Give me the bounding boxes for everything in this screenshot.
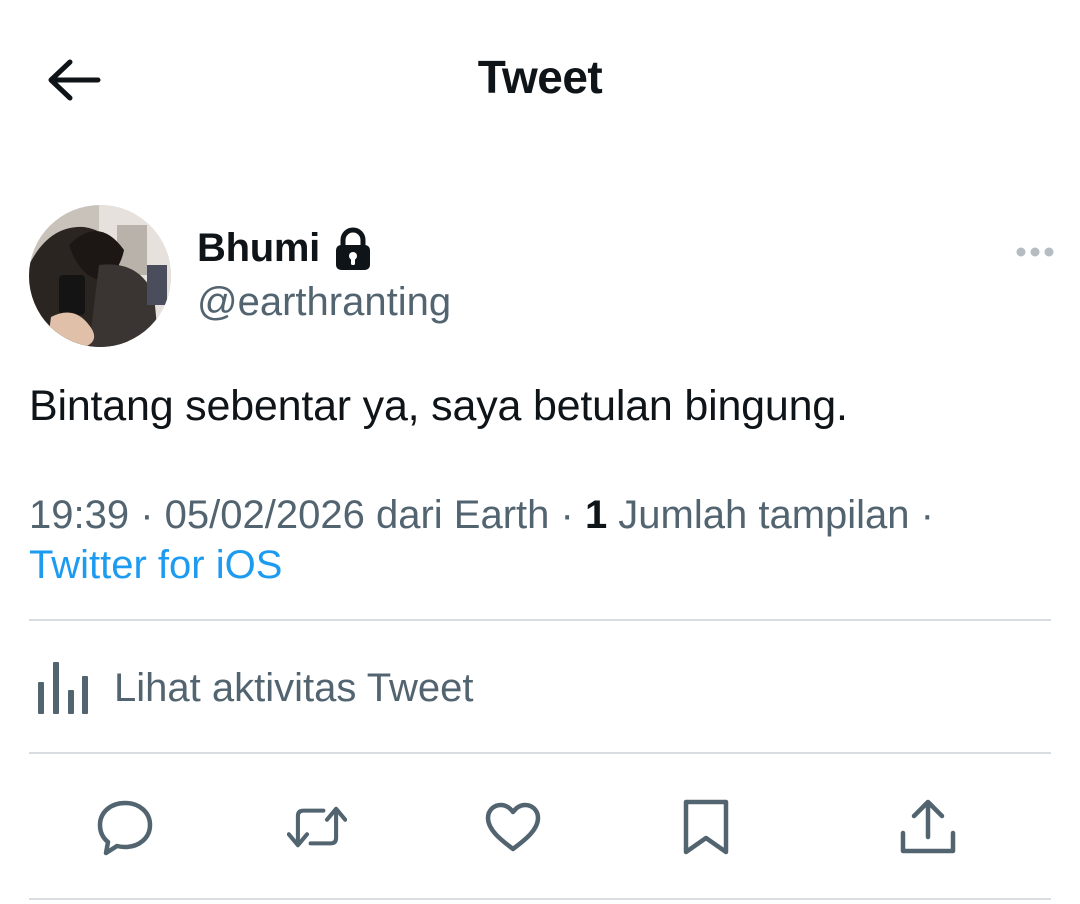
tweet-date: 05/02/2026 <box>164 493 365 537</box>
meta-separator: · <box>909 493 934 537</box>
reply-icon <box>97 800 153 856</box>
heart-icon <box>485 802 541 852</box>
divider <box>29 898 1051 900</box>
avatar[interactable] <box>29 205 171 347</box>
tweet-text: Bintang sebentar ya, saya betulan bingun… <box>29 382 848 430</box>
meta-separator: · <box>549 493 585 537</box>
more-options-button[interactable] <box>1010 236 1060 268</box>
divider <box>29 619 1051 621</box>
avatar-image <box>29 205 171 347</box>
views-count: 1 <box>584 493 608 537</box>
more-horizontal-icon <box>1016 247 1054 257</box>
reply-button[interactable] <box>95 797 155 857</box>
bookmark-icon <box>683 799 729 855</box>
retweet-button[interactable] <box>287 797 347 857</box>
tweet-detail-page: Tweet Bhumi @earthranting Bintang sebent… <box>0 0 1080 904</box>
like-button[interactable] <box>483 797 543 857</box>
meta-separator: · <box>129 493 165 537</box>
author-name-row[interactable]: Bhumi <box>197 226 372 271</box>
activity-label: Lihat aktivitas Tweet <box>114 665 474 710</box>
bookmark-button[interactable] <box>676 797 736 857</box>
share-icon <box>900 799 956 854</box>
bar-chart-icon <box>38 662 88 714</box>
views-label: Jumlah tampilan <box>607 493 910 537</box>
display-name: Bhumi <box>197 226 320 270</box>
divider <box>29 752 1051 754</box>
tweet-source-link[interactable]: Twitter for iOS <box>29 540 1059 590</box>
share-button[interactable] <box>898 797 958 857</box>
lock-icon <box>334 227 372 271</box>
tweet-time: 19:39 <box>29 493 130 537</box>
page-title: Tweet <box>477 51 603 103</box>
tweet-meta: 19:39 · 05/02/2026 dari Earth · 1 Jumlah… <box>29 490 1059 590</box>
tweet-location: dari Earth <box>364 493 550 537</box>
retweet-icon <box>287 806 347 848</box>
view-tweet-activity-button[interactable]: Lihat aktivitas Tweet <box>36 660 473 716</box>
author-handle[interactable]: @earthranting <box>197 280 451 325</box>
